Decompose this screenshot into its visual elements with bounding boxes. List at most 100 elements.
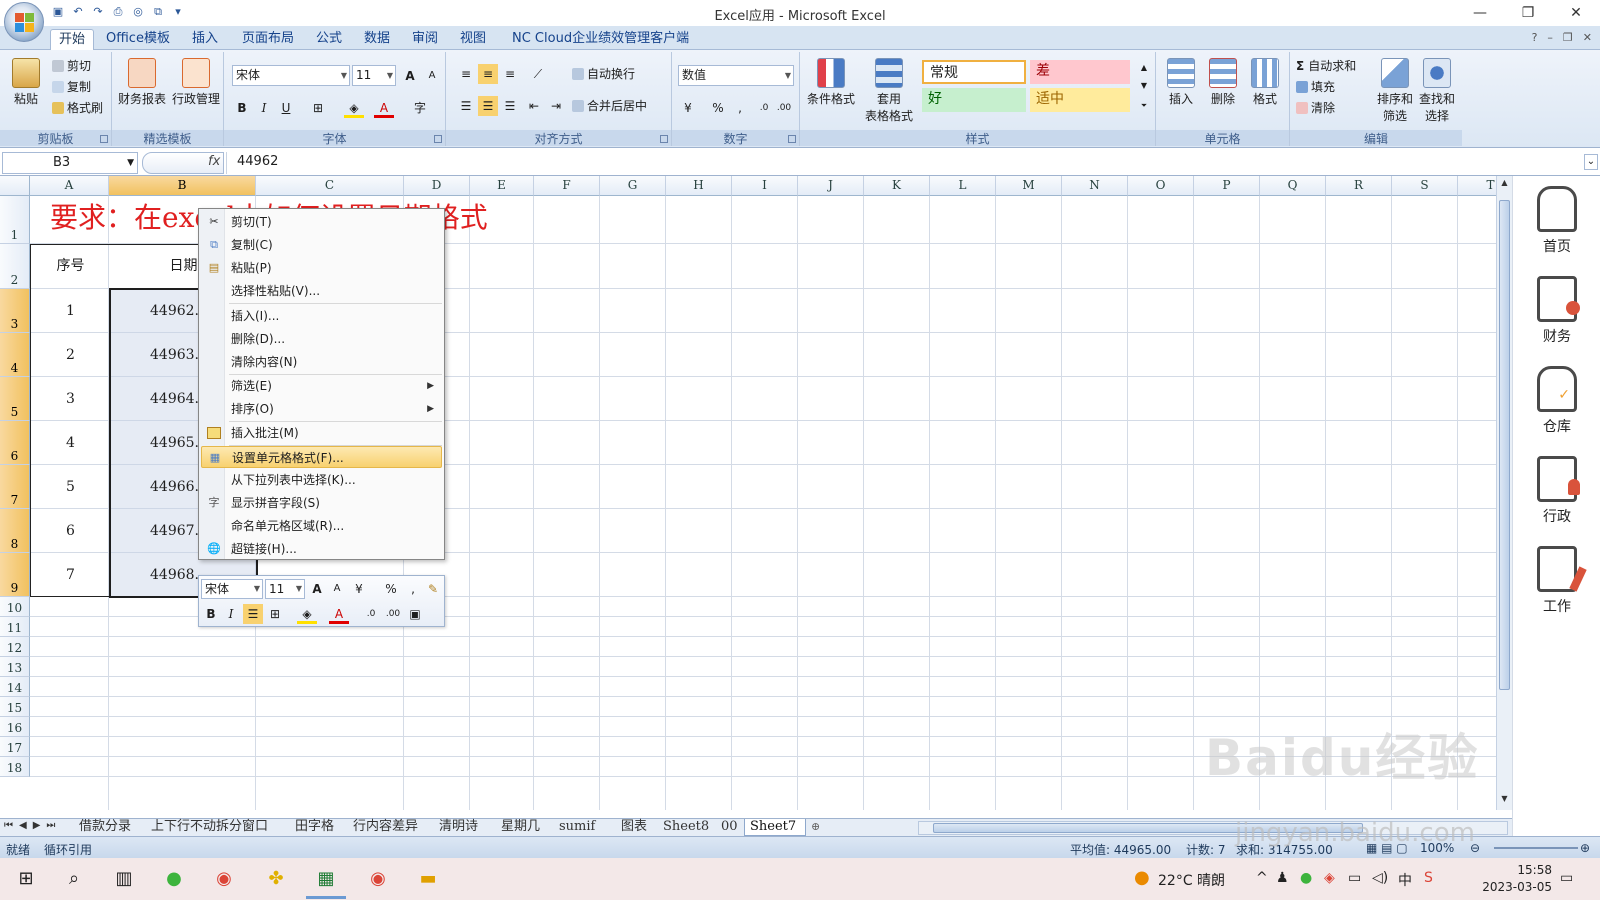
format-painter-button[interactable]: 格式刷 xyxy=(52,98,103,118)
status-circular-reference[interactable]: 循环引用 xyxy=(44,841,92,858)
column-header-q[interactable]: Q xyxy=(1260,176,1326,196)
sheet-tab[interactable]: 00 xyxy=(716,819,744,836)
office-button[interactable] xyxy=(4,2,44,42)
styles-more-icon[interactable]: ⏷ xyxy=(1134,96,1154,116)
menu-item-pick-from-list[interactable]: 从下拉列表中选择(K)... xyxy=(201,469,442,491)
style-bad[interactable]: 差 xyxy=(1030,60,1130,84)
paste-button[interactable]: 粘贴 xyxy=(8,58,44,107)
tab-office-templates[interactable]: Office模板 xyxy=(98,29,178,50)
sheet-tab[interactable]: 上下行不动拆分窗口 xyxy=(146,819,290,836)
tab-view[interactable]: 视图 xyxy=(452,29,494,50)
menu-item-paste-special[interactable]: 选择性粘贴(V)... xyxy=(201,280,442,302)
style-normal[interactable]: 常规 xyxy=(922,60,1026,84)
tab-insert[interactable]: 插入 xyxy=(184,29,226,50)
row-header-7[interactable]: 7 xyxy=(0,465,30,509)
row-header-10[interactable]: 10 xyxy=(0,597,30,617)
row-header-17[interactable]: 17 xyxy=(0,737,30,757)
copy-button[interactable]: 复制 xyxy=(52,77,91,97)
font-name-select[interactable]: 宋体 ▼ xyxy=(232,65,350,86)
row-header-16[interactable]: 16 xyxy=(0,717,30,737)
font-size-select[interactable]: 11 ▼ xyxy=(352,65,396,86)
mini-bold-button[interactable]: B xyxy=(201,604,221,624)
fill-button[interactable]: 填充 xyxy=(1296,77,1335,97)
prev-sheet-icon[interactable]: ◀ xyxy=(19,820,27,831)
sheet-tab[interactable]: 清明诗 xyxy=(434,819,496,836)
windows-start-icon[interactable]: ⊞ xyxy=(14,867,38,891)
column-header-l[interactable]: L xyxy=(930,176,996,196)
clock[interactable]: 15:58 2023-03-05 xyxy=(1482,862,1552,896)
row-header-13[interactable]: 13 xyxy=(0,657,30,677)
column-header-o[interactable]: O xyxy=(1128,176,1194,196)
side-item-finance[interactable]: 财务 xyxy=(1513,276,1600,346)
align-right-icon[interactable]: ☰ xyxy=(500,96,520,116)
styles-scroll-down-icon[interactable]: ▼ xyxy=(1134,76,1154,96)
chrome-icon[interactable]: ◉ xyxy=(212,867,236,891)
last-sheet-icon[interactable]: ⏭ xyxy=(46,820,55,831)
mini-fill-color-icon[interactable]: ◈ xyxy=(297,604,317,624)
insert-function-button[interactable]: fx xyxy=(208,154,220,169)
styles-scroll-up-icon[interactable]: ▲ xyxy=(1134,58,1154,78)
row-header-12[interactable]: 12 xyxy=(0,637,30,657)
tab-home[interactable]: 开始 xyxy=(50,29,95,50)
align-left-icon[interactable]: ☰ xyxy=(456,96,476,116)
menu-item-clear-contents[interactable]: 清除内容(N) xyxy=(201,351,442,373)
menu-item-show-phonetic[interactable]: 字显示拼音字段(S) xyxy=(201,492,442,514)
column-header-h[interactable]: H xyxy=(666,176,732,196)
style-neutral[interactable]: 适中 xyxy=(1030,88,1130,112)
row-header-14[interactable]: 14 xyxy=(0,677,30,697)
row-header-9[interactable]: 9 xyxy=(0,553,30,597)
input-method-icon[interactable]: 中 xyxy=(1398,870,1412,890)
chrome-alt-icon[interactable]: ◉ xyxy=(366,867,390,891)
menu-item-hyperlink[interactable]: 🌐 超链接(H)... xyxy=(201,538,442,560)
help-icon[interactable]: ? xyxy=(1532,31,1538,44)
vertical-scrollbar[interactable]: ▲ ▼ xyxy=(1496,176,1512,810)
vertical-scroll-thumb[interactable] xyxy=(1499,200,1510,690)
scroll-up-icon[interactable]: ▲ xyxy=(1497,176,1512,190)
scroll-down-icon[interactable]: ▼ xyxy=(1497,792,1512,806)
search-icon[interactable]: ⌕ xyxy=(62,867,86,891)
mini-merge-icon[interactable]: ▣ xyxy=(405,604,425,624)
volume-icon[interactable]: ◁) xyxy=(1372,870,1388,886)
row-header-5[interactable]: 5 xyxy=(0,377,30,421)
mini-grow-font-button[interactable]: A xyxy=(307,579,327,599)
merge-center-button[interactable]: 合并后居中 xyxy=(572,96,647,116)
sheet-tab[interactable]: 借款分录 xyxy=(74,819,146,836)
column-header-i[interactable]: I xyxy=(732,176,798,196)
mini-currency-icon[interactable]: ¥ xyxy=(349,579,369,599)
menu-item-insert-comment[interactable]: 插入批注(M) xyxy=(201,422,442,444)
comma-button[interactable]: , xyxy=(730,98,750,118)
menu-item-filter[interactable]: 筛选(E) ▶ xyxy=(201,375,442,397)
column-header-e[interactable]: E xyxy=(470,176,534,196)
row-header-2[interactable]: 2 xyxy=(0,244,30,289)
dialog-launcher-icon[interactable] xyxy=(434,135,442,143)
menu-item-insert[interactable]: 插入(I)... xyxy=(201,305,442,327)
ribbon-close-icon[interactable]: ✕ xyxy=(1583,31,1592,44)
wechat-icon[interactable]: ● xyxy=(162,867,186,891)
currency-icon[interactable]: ¥ xyxy=(678,98,698,118)
phonetic-icon[interactable]: 字 xyxy=(410,98,430,118)
mini-decrease-decimal-icon[interactable]: .00 xyxy=(383,604,403,624)
column-header-m[interactable]: M xyxy=(996,176,1062,196)
menu-item-sort[interactable]: 排序(O) ▶ xyxy=(201,398,442,420)
dialog-launcher-icon[interactable] xyxy=(788,135,796,143)
row-header-1[interactable]: 1 xyxy=(0,196,30,244)
zoom-slider[interactable] xyxy=(1494,847,1578,849)
side-item-work[interactable]: 工作 xyxy=(1513,546,1600,616)
mini-comma-button[interactable]: , xyxy=(403,579,423,599)
first-sheet-icon[interactable]: ⏮ xyxy=(4,820,13,831)
align-center-icon[interactable]: ☰ xyxy=(478,96,498,116)
column-header-g[interactable]: G xyxy=(600,176,666,196)
format-cells-button[interactable]: 格式 xyxy=(1246,58,1284,107)
menu-item-format-cells[interactable]: ▦ 设置单元格格式(F)... xyxy=(201,446,442,468)
notification-icon[interactable]: ▭ xyxy=(1560,870,1573,886)
format-as-table-button[interactable]: 套用 表格格式 xyxy=(860,58,918,124)
task-view-icon[interactable]: ▥ xyxy=(112,867,136,891)
number-format-select[interactable]: 数值 ▼ xyxy=(678,65,794,86)
side-item-admin[interactable]: 行政 xyxy=(1513,456,1600,526)
insert-cells-button[interactable]: 插入 xyxy=(1162,58,1200,107)
menu-item-cut[interactable]: ✂ 剪切(T) xyxy=(201,211,442,233)
tab-page-layout[interactable]: 页面布局 xyxy=(234,29,302,50)
align-middle-icon[interactable]: ≡ xyxy=(478,64,498,84)
find-select-button[interactable]: 查找和 选择 xyxy=(1416,58,1458,124)
conditional-format-button[interactable]: 条件格式 xyxy=(804,58,858,107)
